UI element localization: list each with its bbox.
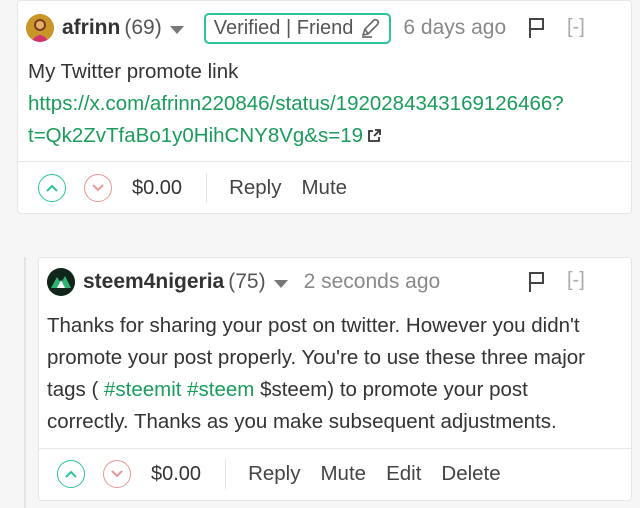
payout-value[interactable]: $0.00 — [151, 463, 201, 486]
collapse-toggle[interactable]: [-] — [567, 16, 585, 39]
mute-button[interactable]: Mute — [301, 176, 347, 200]
body-text: My Twitter promote link — [28, 60, 239, 83]
divider — [18, 161, 631, 162]
chevron-up-icon — [65, 470, 77, 478]
body-text-line: correctly. Thanks as you make subsequent… — [47, 410, 557, 433]
divider — [225, 459, 227, 489]
reply-button[interactable]: Reply — [248, 462, 300, 486]
downvote-button[interactable] — [103, 460, 131, 488]
author-name[interactable]: afrinn — [62, 16, 120, 40]
downvote-button[interactable] — [84, 174, 112, 202]
comment2-footer: $0.00 Reply Mute Edit Delete — [57, 458, 501, 490]
reply-button[interactable]: Reply — [229, 176, 281, 200]
tag-link-steem[interactable]: #steem — [187, 378, 254, 401]
edit-button[interactable]: Edit — [386, 462, 421, 486]
badge-label: Verified | Friend — [213, 16, 354, 39]
upvote-button[interactable] — [57, 460, 85, 488]
delete-button[interactable]: Delete — [441, 462, 500, 486]
divider — [39, 448, 631, 449]
verified-friend-badge: Verified | Friend — [203, 12, 392, 44]
body-text-line: promote your post properly. You're to us… — [47, 346, 585, 369]
comment1-footer: $0.00 Reply Mute — [38, 172, 347, 204]
chevron-down-icon[interactable] — [273, 279, 288, 288]
avatar[interactable] — [26, 14, 54, 42]
chevron-up-icon — [46, 184, 58, 192]
chevron-down-icon — [111, 470, 123, 478]
author-name[interactable]: steem4nigeria — [83, 270, 224, 294]
comment2-header: steem4nigeria (75) 2 seconds ago — [47, 266, 440, 298]
comment1-header: afrinn (69) Verified | Friend 6 days ago — [26, 12, 506, 44]
flag-icon[interactable] — [527, 17, 547, 39]
divider — [206, 173, 208, 203]
tag-link-steemit[interactable]: #steemit — [104, 378, 181, 401]
flag-icon[interactable] — [527, 271, 547, 293]
avatar[interactable] — [47, 268, 75, 296]
external-link-icon — [368, 129, 381, 142]
comment-timestamp[interactable]: 2 seconds ago — [304, 270, 441, 294]
payout-value[interactable]: $0.00 — [132, 177, 182, 200]
author-reputation: (75) — [228, 270, 266, 293]
body-text-line: Thanks for sharing your post on twitter.… — [47, 314, 580, 337]
author-reputation: (69) — [124, 16, 162, 39]
comment-timestamp[interactable]: 6 days ago — [403, 16, 506, 40]
upvote-button[interactable] — [38, 174, 66, 202]
body-text-line: tags ( #steemit #steem $steem) to promot… — [47, 378, 528, 401]
thread-line — [24, 257, 26, 508]
chevron-down-icon — [92, 184, 104, 192]
mute-button[interactable]: Mute — [320, 462, 366, 486]
pen-icon — [362, 18, 380, 38]
chevron-down-icon[interactable] — [169, 25, 184, 34]
comment2-body: Thanks for sharing your post on twitter.… — [47, 310, 585, 438]
comment1-body: My Twitter promote link https://x.com/af… — [28, 56, 564, 152]
collapse-toggle[interactable]: [-] — [567, 269, 585, 292]
twitter-link-continued[interactable]: t=Qk2ZvTfaBo1y0HihCNY8Vg&s=19 — [28, 124, 363, 147]
twitter-link[interactable]: https://x.com/afrinn220846/status/192028… — [28, 92, 564, 115]
